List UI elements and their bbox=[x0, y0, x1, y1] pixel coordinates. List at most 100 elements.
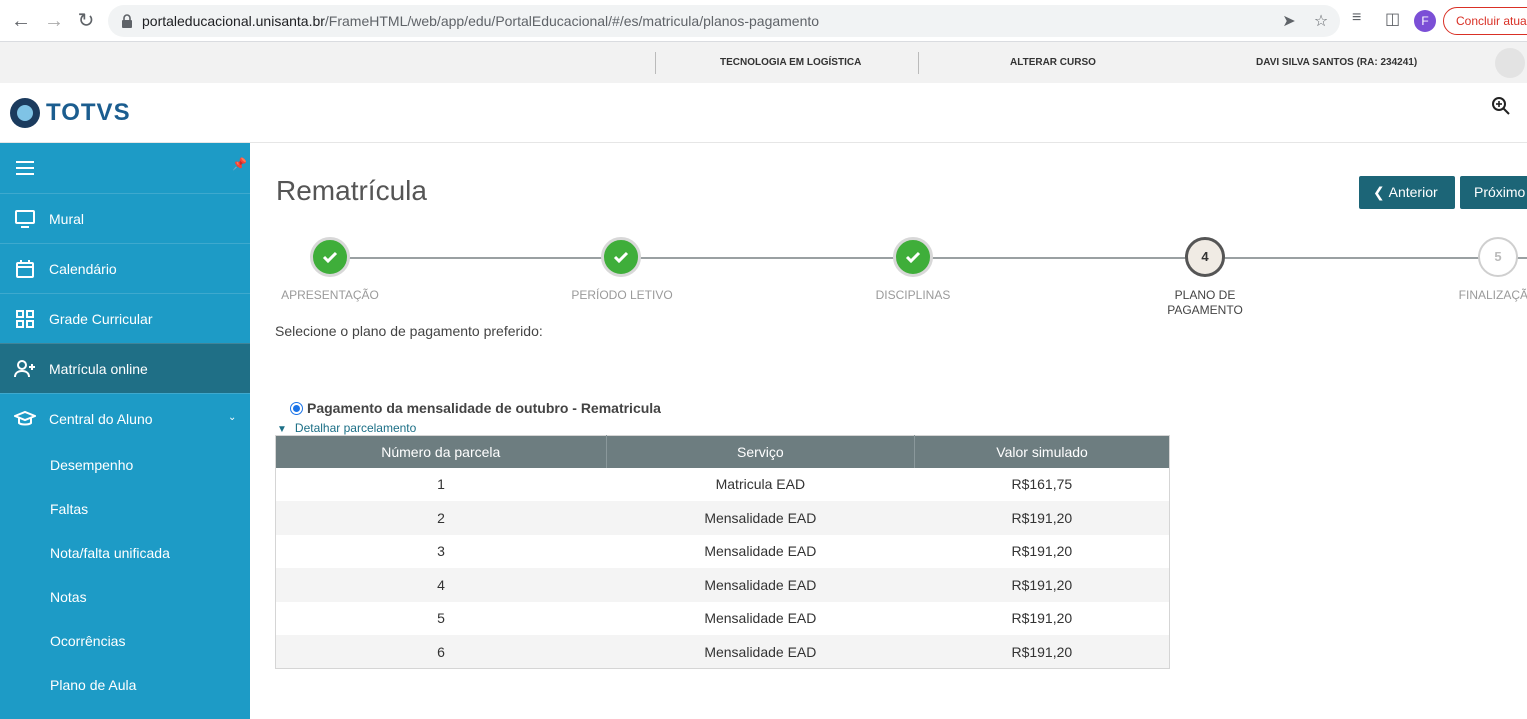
sidebar-item-label: Calendário bbox=[49, 260, 117, 277]
cell: 6 bbox=[275, 635, 607, 669]
graduation-cap-icon bbox=[14, 408, 36, 430]
sidebar-item-matricula-online[interactable]: Matrícula online bbox=[0, 343, 250, 393]
step-apresentacao-check bbox=[310, 237, 350, 277]
sidebar-top: 📌 bbox=[0, 143, 250, 193]
step-finalizacao: 5 bbox=[1478, 237, 1518, 277]
intro-text: Selecione o plano de pagamento preferido… bbox=[275, 323, 543, 339]
next-button[interactable]: Próximo bbox=[1460, 176, 1527, 209]
cell: Mensalidade EAD bbox=[704, 543, 817, 560]
sidebar-item-calendario[interactable]: Calendário bbox=[0, 243, 250, 293]
sidebar-subitem-notas[interactable]: Notas bbox=[0, 575, 250, 619]
zoom-in-icon[interactable] bbox=[1491, 96, 1511, 116]
cell: 1 bbox=[437, 476, 445, 493]
back-icon[interactable]: ← bbox=[9, 9, 33, 33]
table-header-row: Número da parcela Serviço Valor simulado bbox=[275, 435, 1170, 468]
media-icon[interactable]: ≡ bbox=[1352, 9, 1361, 27]
page-title: Rematrícula bbox=[276, 175, 427, 206]
cell: Mensalidade EAD bbox=[606, 568, 915, 602]
reload-icon[interactable]: ↻ bbox=[74, 9, 98, 33]
table-row: 6 Mensalidade EAD R$191,20 bbox=[275, 635, 1170, 669]
cell: 2 bbox=[275, 501, 607, 535]
cell: R$191,20 bbox=[1011, 543, 1073, 560]
sidebar: 📌 Mural Calendário Grade Curricular Matr… bbox=[0, 143, 250, 719]
cell: 3 bbox=[437, 543, 445, 560]
profile-avatar[interactable]: F bbox=[1414, 10, 1436, 32]
sidebar-item-grade-curricular[interactable]: Grade Curricular bbox=[0, 293, 250, 343]
cell: 5 bbox=[437, 610, 445, 627]
table-row: 4 Mensalidade EAD R$191,20 bbox=[275, 568, 1170, 602]
payment-option-label: Pagamento da mensalidade de outubro - Re… bbox=[307, 400, 661, 416]
cell: Mensalidade EAD bbox=[606, 501, 915, 535]
step-periodo-check bbox=[601, 237, 641, 277]
browser-toolbar: ← → ↻ portaleducacional.unisanta.br/Fram… bbox=[0, 0, 1527, 42]
sidebar-subitem-ocorrencias[interactable]: Ocorrências bbox=[0, 619, 250, 663]
column-header: Número da parcela bbox=[275, 435, 607, 468]
cell: Mensalidade EAD bbox=[704, 610, 817, 627]
step-label: PLANO DE PAGAMENTO bbox=[1167, 288, 1243, 317]
monitor-icon bbox=[14, 208, 36, 230]
app-header: TOTVS bbox=[0, 83, 1527, 143]
step-label: PERÍODO LETIVO bbox=[571, 288, 673, 302]
course-info-bar: TECNOLOGIA EM LOGÍSTICA ALTERAR CURSO DA… bbox=[0, 42, 1527, 83]
sidebar-item-central-do-aluno[interactable]: Central do Aluno ⌄ bbox=[0, 393, 250, 443]
table-row: 2 Mensalidade EAD R$191,20 bbox=[275, 501, 1170, 535]
table-row: 5 Mensalidade EAD R$191,20 bbox=[276, 602, 1170, 636]
divider bbox=[655, 52, 656, 74]
grid-icon bbox=[14, 308, 36, 330]
cell: Matricula EAD bbox=[715, 476, 806, 493]
triangle-down-icon: ▼ bbox=[277, 424, 287, 435]
forward-icon[interactable]: → bbox=[42, 9, 66, 33]
update-button[interactable]: Concluir atualização bbox=[1443, 7, 1527, 35]
main-content: Rematrícula ❮ Anterior Próximo 4 5 APRES… bbox=[250, 143, 1527, 719]
current-course: TECNOLOGIA EM LOGÍSTICA bbox=[720, 57, 862, 68]
table-row: 1 Matricula EAD R$161,75 bbox=[276, 468, 1170, 502]
lock-icon bbox=[122, 14, 132, 28]
address-bar[interactable]: portaleducacional.unisanta.br/FrameHTML/… bbox=[108, 5, 1340, 37]
cell: R$191,20 bbox=[914, 568, 1170, 602]
add-user-icon bbox=[14, 358, 36, 380]
step-disciplinas-check bbox=[893, 237, 933, 277]
radio-selected[interactable] bbox=[290, 401, 303, 415]
divider bbox=[918, 52, 919, 74]
star-icon[interactable]: ☆ bbox=[1312, 13, 1330, 31]
totvs-logo: TOTVS bbox=[10, 97, 131, 129]
url-text: portaleducacional.unisanta.br/FrameHTML/… bbox=[142, 13, 820, 29]
logo-mark-icon bbox=[10, 98, 40, 128]
calendar-icon bbox=[14, 258, 36, 280]
cell: Mensalidade EAD bbox=[606, 635, 915, 669]
detail-installments-link[interactable]: ▼ Detalhar parcelamento bbox=[277, 421, 416, 435]
cell: R$161,75 bbox=[1011, 476, 1073, 493]
column-header: Serviço bbox=[606, 435, 916, 468]
step-label: APRESENTAÇÃO bbox=[281, 288, 379, 302]
share-icon[interactable]: ➤ bbox=[1280, 13, 1298, 31]
cell: R$191,20 bbox=[914, 501, 1170, 535]
user-name: DAVI SILVA SANTOS (RA: 234241) bbox=[1256, 57, 1418, 68]
step-plano-pagamento: 4 bbox=[1185, 237, 1225, 277]
user-avatar[interactable] bbox=[1495, 48, 1525, 78]
sidebar-item-mural[interactable]: Mural bbox=[0, 193, 250, 243]
sidebar-item-label: Grade Curricular bbox=[49, 310, 153, 327]
step-label: DISCIPLINAS bbox=[875, 288, 951, 302]
sidebar-subitem-desempenho[interactable]: Desempenho bbox=[0, 443, 250, 487]
installments-table: Número da parcela Serviço Valor simulado… bbox=[275, 435, 1170, 669]
chevron-left-icon: ❮ bbox=[1373, 184, 1389, 200]
pin-icon[interactable]: 📌 bbox=[232, 157, 247, 171]
cell: R$191,20 bbox=[914, 635, 1170, 669]
sidepanel-icon[interactable]: ◫ bbox=[1385, 9, 1400, 29]
menu-icon[interactable] bbox=[16, 161, 34, 175]
sidebar-subitem-plano-de-aula[interactable]: Plano de Aula bbox=[0, 663, 250, 707]
cell: 4 bbox=[275, 568, 607, 602]
cell: R$191,20 bbox=[1011, 610, 1073, 627]
chevron-down-icon[interactable]: ⌄ bbox=[228, 412, 236, 423]
column-header: Valor simulado bbox=[914, 435, 1170, 468]
sidebar-subitem-faltas[interactable]: Faltas bbox=[0, 487, 250, 531]
step-label: FINALIZAÇÃO bbox=[1458, 288, 1527, 302]
table-row: 3 Mensalidade EAD R$191,20 bbox=[276, 535, 1170, 569]
sidebar-item-label: Central do Aluno bbox=[49, 410, 153, 427]
payment-option[interactable]: Pagamento da mensalidade de outubro - Re… bbox=[290, 400, 661, 416]
sidebar-item-label: Matrícula online bbox=[49, 360, 148, 377]
change-course-link[interactable]: ALTERAR CURSO bbox=[1010, 42, 1096, 83]
previous-button[interactable]: ❮ Anterior bbox=[1359, 176, 1455, 209]
sidebar-subitem-nota-falta[interactable]: Nota/falta unificada bbox=[0, 531, 250, 575]
sidebar-item-label: Mural bbox=[49, 210, 85, 227]
